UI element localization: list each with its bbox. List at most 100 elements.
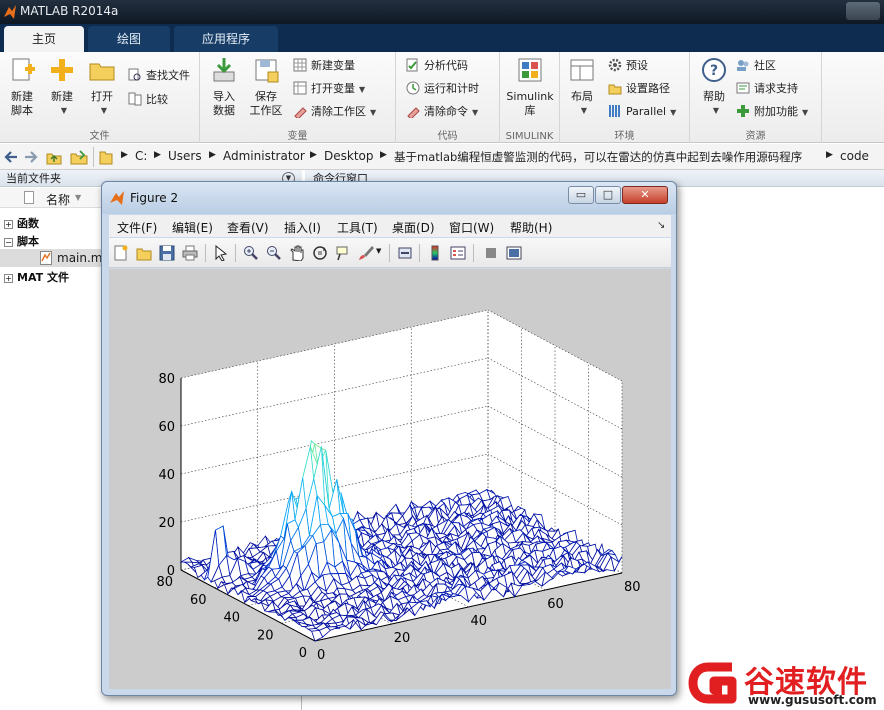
path-segment[interactable]: Administrator [223, 149, 305, 163]
run-and-time-button[interactable]: 运行和计时 [406, 79, 479, 99]
expand-icon[interactable]: + [4, 220, 13, 229]
analyze-code-button[interactable]: 分析代码 [406, 56, 468, 76]
set-path-button[interactable]: 设置路径 [608, 79, 670, 99]
compare-button[interactable]: 比较 [128, 90, 168, 110]
path-segment[interactable]: Users [168, 149, 202, 163]
close-button[interactable]: ✕ [622, 186, 668, 204]
plus-icon [51, 59, 73, 81]
zoom-in-icon[interactable] [243, 245, 259, 261]
y-tick-label: 60 [190, 593, 207, 608]
menu-help[interactable]: 帮助(H) [510, 219, 552, 236]
new-script-button[interactable]: 新建 脚本 [4, 56, 40, 118]
chevron-down-icon: ▼ [472, 108, 479, 117]
tab-apps[interactable]: 应用程序 [174, 26, 278, 52]
menu-edit[interactable]: 编辑(E) [172, 219, 213, 236]
show-plot-tools-icon[interactable] [506, 245, 522, 261]
chevron-down-icon: ▼ [60, 106, 68, 115]
z-tick-label: 40 [158, 468, 175, 483]
menu-file[interactable]: 文件(F) [117, 219, 157, 236]
clear-workspace-icon [294, 107, 307, 118]
menu-view[interactable]: 查看(V) [227, 219, 269, 236]
path-segment[interactable]: 基于matlab编程恒虚警监测的代码，可以在雷达的仿真中起到去噪作用源码程序 [394, 149, 802, 165]
print-icon[interactable] [182, 245, 198, 261]
path-segment[interactable]: code [840, 149, 869, 163]
link-plot-icon[interactable] [397, 245, 413, 261]
tab-home[interactable]: 主页 [4, 26, 84, 52]
analyze-code-label: 分析代码 [424, 59, 468, 72]
name-column-header[interactable]: 名称 [46, 191, 70, 208]
figure-menu-bar: 文件(F) 编辑(E) 查看(V) 插入(I) 工具(T) 桌面(D) 窗口(W… [109, 215, 671, 237]
clear-workspace-button[interactable]: 清除工作区 ▼ [293, 102, 376, 122]
new-variable-label: 新建变量 [311, 59, 355, 72]
new-variable-button[interactable]: 新建变量 [293, 56, 355, 76]
clear-commands-button[interactable]: 清除命令 ▼ [406, 102, 478, 122]
tree-node-scripts[interactable]: − 脚本 [4, 233, 39, 249]
open-variable-button[interactable]: 打开变量 ▼ [293, 79, 365, 99]
menu-window[interactable]: 窗口(W) [449, 219, 494, 236]
menu-insert[interactable]: 插入(I) [284, 219, 321, 236]
new-label: 新建 [51, 90, 73, 103]
save-workspace-label-2: 工作区 [249, 104, 283, 117]
dock-arrow-icon[interactable]: ↘ [657, 220, 665, 231]
hide-plot-tools-icon[interactable] [483, 245, 499, 261]
data-cursor-icon[interactable] [335, 245, 351, 261]
preferences-button[interactable]: 预设 [608, 56, 648, 76]
folder-icon [89, 63, 115, 81]
sort-arrow-icon[interactable]: ▼ [75, 193, 81, 202]
mesh-plot[interactable]: 020406080020406080020406080 [109, 269, 671, 689]
back-arrow-icon[interactable] [4, 150, 18, 164]
pan-hand-icon[interactable] [289, 245, 305, 261]
preferences-label: 预设 [626, 59, 648, 72]
toolbar-separator [235, 244, 236, 262]
new-script-label-1: 新建 [11, 90, 33, 103]
open-file-icon[interactable] [136, 245, 152, 261]
matlab-logo-icon [4, 5, 16, 19]
forward-arrow-icon[interactable] [24, 150, 38, 164]
new-button[interactable]: 新建 ▼ [44, 56, 80, 118]
path-segment[interactable]: Desktop [324, 149, 374, 163]
brush-dropdown-icon[interactable]: ▼ [376, 247, 381, 255]
save-icon[interactable] [159, 245, 175, 261]
tree-node-functions[interactable]: + 函数 [4, 215, 39, 231]
help-button[interactable]: ? 帮助 ▼ [696, 56, 732, 118]
menu-desktop[interactable]: 桌面(D) [392, 219, 435, 236]
plot-canvas[interactable]: 0 20 40 60 80 0 20 40 60 80 0 20 40 60 80 [109, 269, 671, 689]
collapse-icon[interactable]: − [4, 238, 13, 247]
expand-icon[interactable]: + [4, 274, 13, 283]
up-folder-icon[interactable] [46, 149, 62, 165]
browse-folder-icon[interactable] [70, 149, 88, 165]
simulink-library-button[interactable]: Simulink 库 [504, 56, 556, 118]
zoom-out-icon[interactable] [266, 245, 282, 261]
find-files-button[interactable]: 查找文件 [128, 66, 190, 86]
tab-plots[interactable]: 绘图 [88, 26, 170, 52]
add-ons-button[interactable]: 附加功能 ▼ [736, 102, 808, 122]
layout-button[interactable]: 布局 ▼ [564, 56, 600, 118]
new-figure-icon[interactable] [113, 245, 129, 261]
x-tick-label: 80 [624, 580, 641, 595]
menu-tools[interactable]: 工具(T) [337, 219, 378, 236]
save-workspace-button[interactable]: 保存 工作区 [246, 56, 286, 118]
colorbar-icon[interactable] [427, 245, 443, 261]
open-button[interactable]: 打开 ▼ [84, 56, 120, 118]
compare-label: 比较 [146, 93, 168, 106]
import-data-button[interactable]: 导入 数据 [206, 56, 242, 118]
path-segment[interactable]: C: [135, 149, 147, 163]
rotate-3d-icon[interactable] [312, 245, 328, 261]
brush-icon[interactable] [358, 245, 374, 261]
minimize-button[interactable]: ▭ [568, 186, 594, 204]
legend-icon[interactable] [450, 245, 466, 261]
m-file-icon [40, 251, 52, 265]
maximize-button[interactable]: □ [595, 186, 621, 204]
y-tick-label: 20 [257, 628, 274, 643]
resources-group-caption: 资源 [745, 131, 766, 142]
window-controls[interactable] [846, 2, 880, 20]
parallel-button[interactable]: Parallel ▼ [608, 102, 676, 122]
request-support-button[interactable]: 请求支持 [736, 79, 798, 99]
tree-node-mat-files[interactable]: + MAT 文件 [4, 269, 69, 285]
chevron-down-icon: ▼ [359, 85, 366, 94]
variable-group: 导入 数据 保存 工作区 新建变量 打开变量 ▼ 清除工作区 ▼ 变量 [200, 52, 396, 143]
figure-title-bar[interactable]: Figure 2 ▭ □ ✕ [102, 182, 676, 214]
pointer-icon[interactable] [213, 245, 229, 261]
import-data-label-1: 导入 [213, 90, 235, 103]
community-button[interactable]: 社区 [736, 56, 776, 76]
